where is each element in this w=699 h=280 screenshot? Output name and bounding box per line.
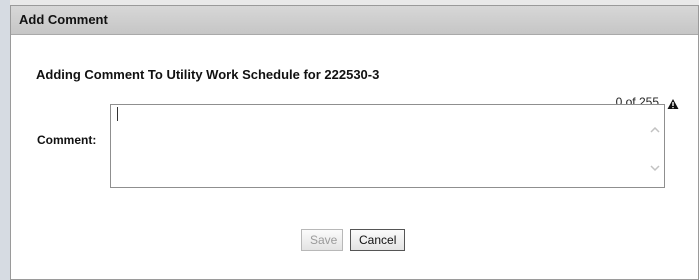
dialog-heading: Adding Comment To Utility Work Schedule … [36,67,380,82]
warning-triangle-icon [667,99,679,109]
chevron-up-icon[interactable] [648,123,662,137]
comment-label: Comment: [37,133,97,147]
chevron-down-icon[interactable] [648,161,662,175]
cancel-button[interactable]: Cancel [350,229,405,251]
background-page-edge [0,0,10,280]
textarea-scrollbar[interactable] [646,105,664,187]
save-button[interactable]: Save [301,229,343,251]
dialog-title: Add Comment [11,6,698,35]
comment-textarea[interactable] [113,107,641,183]
comment-textarea-container [110,104,665,188]
